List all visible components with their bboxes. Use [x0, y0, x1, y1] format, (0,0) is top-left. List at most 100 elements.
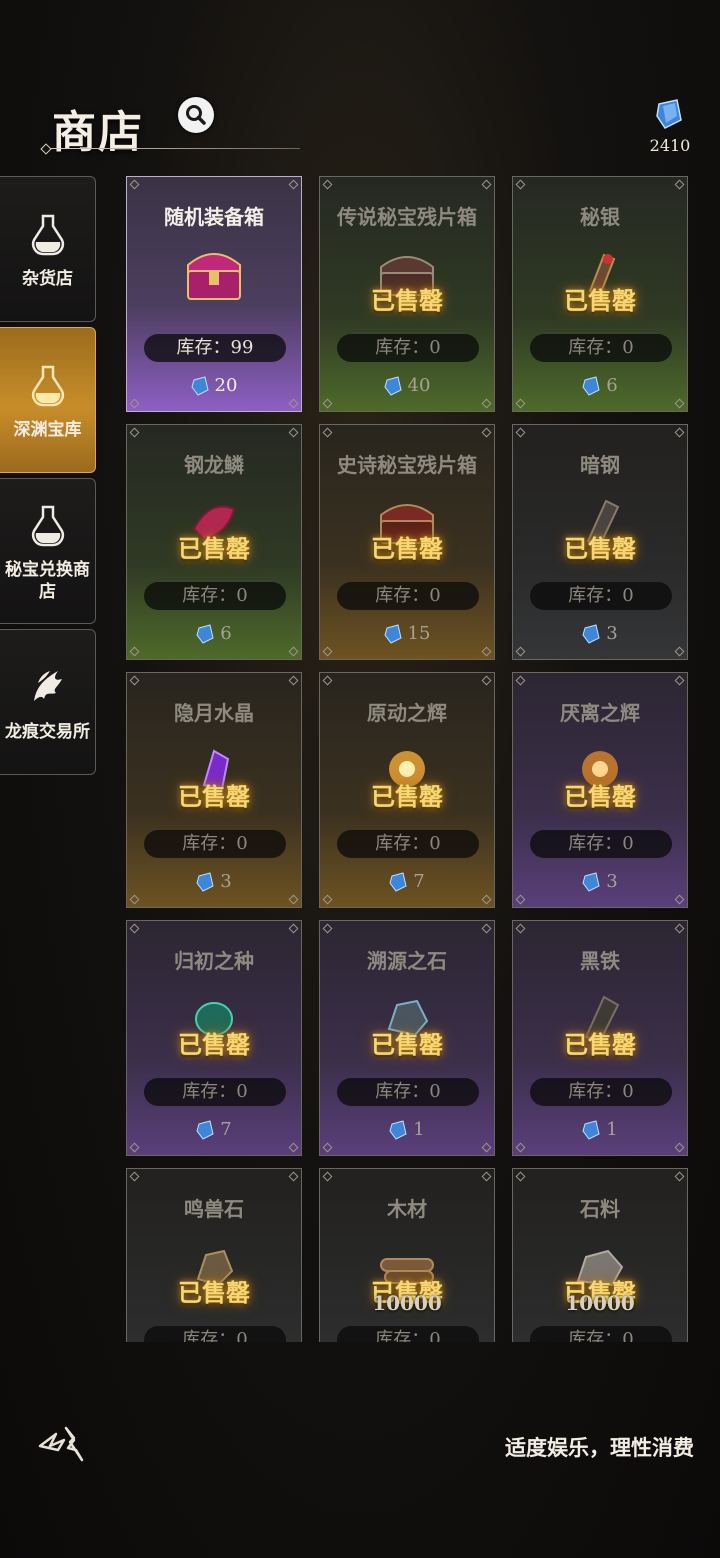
price-value: 3 [606, 623, 618, 644]
price-value: 7 [413, 871, 425, 892]
item-quantity: 10000 [372, 1291, 442, 1315]
stock-label: 库存：0 [337, 1326, 479, 1342]
shop-item-card[interactable]: 原动之辉 已售罄 库存：0 7 [319, 672, 495, 908]
tab-general-store[interactable]: 杂货店 [0, 176, 96, 322]
search-button[interactable] [178, 97, 214, 133]
sold-out-label: 已售罄 [178, 1030, 250, 1059]
sold-out-label: 已售罄 [371, 782, 443, 811]
price-value: 3 [606, 871, 618, 892]
crystal-currency-icon [383, 375, 402, 396]
sold-out-label: 已售罄 [371, 534, 443, 563]
price-tag: 1 [320, 1119, 494, 1140]
treasure-chest-icon [187, 253, 241, 300]
game-logo-icon [38, 1426, 84, 1462]
price-value: 1 [606, 1119, 618, 1140]
potion-flask-icon [31, 365, 64, 407]
sold-out-label: 已售罄 [178, 534, 250, 563]
tab-label: 秘宝兑换商店 [5, 560, 90, 602]
crystal-currency-icon [389, 1119, 407, 1140]
shop-item-card[interactable]: 溯源之石 已售罄 库存：0 1 [319, 920, 495, 1156]
shop-item-card[interactable]: 秘银 已售罄 库存：0 6 [512, 176, 688, 412]
shop-category-sidebar: 杂货店 深渊宝库 秘宝兑换商店 龙痕交易所 [0, 176, 98, 780]
price-value: 6 [606, 375, 618, 396]
item-name: 隐月水晶 [174, 701, 254, 725]
price-value: 40 [407, 375, 431, 396]
stock-label: 库存：99 [144, 334, 286, 362]
sold-out-label: 已售罄 [564, 534, 636, 563]
potion-flask-icon [31, 214, 64, 256]
item-name: 石料 [580, 1197, 620, 1221]
shop-item-card[interactable]: 暗钢 已售罄 库存：0 3 [512, 424, 688, 660]
top-bar: 商店 2410 [0, 80, 720, 160]
item-name: 钢龙鳞 [184, 453, 244, 477]
item-name: 鸣兽石 [184, 1197, 244, 1221]
price-tag: 6 [127, 623, 301, 644]
price-value: 7 [220, 1119, 232, 1140]
tab-label: 深渊宝库 [13, 420, 82, 440]
stock-label: 库存：0 [144, 1326, 286, 1342]
crystal-currency-icon [383, 623, 402, 644]
search-icon [186, 105, 206, 125]
shop-item-card[interactable]: 传说秘宝残片箱 已售罄 库存：0 40 [319, 176, 495, 412]
stock-label: 库存：0 [530, 582, 672, 610]
price-tag: 3 [127, 871, 301, 892]
stock-label: 库存：0 [144, 582, 286, 610]
price-tag: 3 [513, 871, 687, 892]
sold-out-label: 已售罄 [371, 1030, 443, 1059]
stock-label: 库存：0 [337, 1078, 479, 1106]
stock-label: 库存：0 [530, 1326, 672, 1342]
tab-label: 杂货店 [22, 269, 73, 289]
sold-out-label: 已售罄 [178, 1278, 250, 1307]
price-tag: 1 [513, 1119, 687, 1140]
price-value: 1 [413, 1119, 425, 1140]
sold-out-label: 已售罄 [564, 286, 636, 315]
item-name: 传说秘宝残片箱 [337, 205, 477, 229]
shop-item-card[interactable]: 隐月水晶 已售罄 库存：0 3 [126, 672, 302, 908]
price-tag: 7 [127, 1119, 301, 1140]
item-name: 溯源之石 [367, 949, 447, 973]
item-name: 木材 [387, 1197, 427, 1221]
currency-display: 2410 [648, 98, 692, 155]
shop-item-card[interactable]: 石料 已售罄 10000 库存：0 [512, 1168, 688, 1342]
sold-out-label: 已售罄 [178, 782, 250, 811]
currency-amount: 2410 [649, 136, 691, 155]
item-name: 原动之辉 [367, 701, 447, 725]
crystal-currency-icon [196, 623, 214, 644]
item-name: 归初之种 [174, 949, 254, 973]
crystal-currency-icon [190, 375, 209, 396]
stock-label: 库存：0 [144, 1078, 286, 1106]
shop-item-card[interactable]: 钢龙鳞 已售罄 库存：0 6 [126, 424, 302, 660]
crystal-currency-icon [582, 1119, 600, 1140]
dragon-emblem-icon [33, 671, 62, 701]
shop-item-card[interactable]: 随机装备箱 库存：99 20 [126, 176, 302, 412]
crystal-currency-icon [582, 375, 600, 396]
price-tag: 40 [320, 375, 494, 396]
stock-label: 库存：0 [337, 582, 479, 610]
stock-label: 库存：0 [530, 334, 672, 362]
item-name: 暗钢 [580, 453, 620, 477]
price-tag: 20 [127, 375, 301, 396]
shop-item-card[interactable]: 鸣兽石 已售罄 库存：0 [126, 1168, 302, 1342]
price-value: 15 [407, 623, 431, 644]
price-tag: 7 [320, 871, 494, 892]
price-tag: 6 [513, 375, 687, 396]
stock-label: 库存：0 [530, 1078, 672, 1106]
stock-label: 库存：0 [337, 830, 479, 858]
shop-item-grid[interactable]: 随机装备箱 库存：99 20 传说秘宝残片箱 已售罄 库存：0 40 秘银 已售… [126, 176, 692, 1342]
shop-item-card[interactable]: 木材 已售罄 10000 库存：0 [319, 1168, 495, 1342]
shop-item-card[interactable]: 厌离之辉 已售罄 库存：0 3 [512, 672, 688, 908]
tab-abyss-vault[interactable]: 深渊宝库 [0, 327, 96, 473]
item-name: 史诗秘宝残片箱 [337, 453, 477, 477]
shop-item-card[interactable]: 史诗秘宝残片箱 已售罄 库存：0 15 [319, 424, 495, 660]
shop-item-card[interactable]: 黑铁 已售罄 库存：0 1 [512, 920, 688, 1156]
item-name: 黑铁 [580, 949, 620, 973]
tab-dragon-exchange[interactable]: 龙痕交易所 [0, 629, 96, 775]
sold-out-label: 已售罄 [371, 286, 443, 315]
shop-item-card[interactable]: 归初之种 已售罄 库存：0 7 [126, 920, 302, 1156]
tab-treasure-exchange[interactable]: 秘宝兑换商店 [0, 478, 96, 624]
tab-label: 龙痕交易所 [5, 722, 90, 742]
price-value: 20 [214, 375, 238, 396]
crystal-currency-icon [656, 99, 682, 129]
crystal-currency-icon [582, 871, 600, 892]
page-title: 商店 [52, 107, 144, 158]
